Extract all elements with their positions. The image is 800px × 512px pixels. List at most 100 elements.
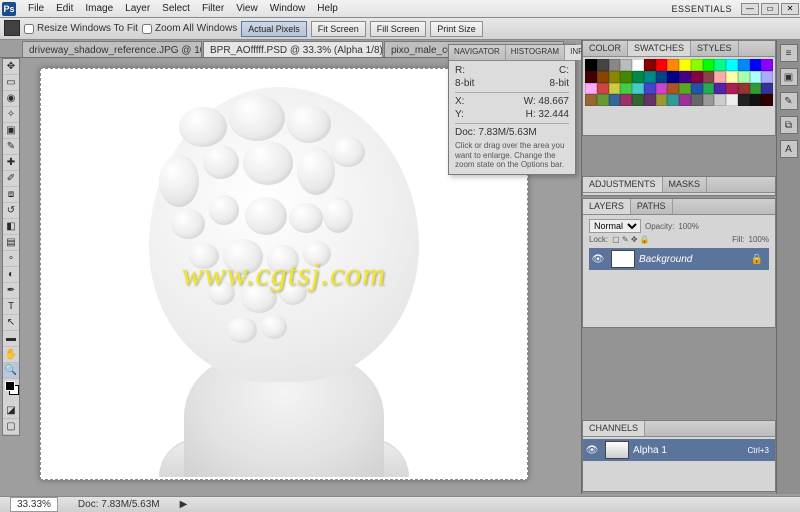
layers-tab[interactable]: LAYERS: [583, 199, 631, 214]
eyedropper-tool[interactable]: ✎: [3, 139, 19, 155]
swatch[interactable]: [691, 94, 703, 106]
swatch[interactable]: [644, 59, 656, 71]
swatch[interactable]: [620, 83, 632, 95]
color-tab[interactable]: COLOR: [583, 41, 628, 56]
heal-tool[interactable]: ✚: [3, 155, 19, 171]
navigator-tab[interactable]: NAVIGATOR: [449, 45, 506, 60]
swatch[interactable]: [597, 83, 609, 95]
menu-file[interactable]: File: [22, 1, 50, 16]
swatch[interactable]: [597, 71, 609, 83]
swatch[interactable]: [750, 83, 762, 95]
blend-mode-select[interactable]: Normal: [589, 219, 641, 233]
zoom-all-checkbox[interactable]: Zoom All Windows: [142, 23, 237, 34]
pen-tool[interactable]: ✒: [3, 283, 19, 299]
swatch[interactable]: [761, 94, 773, 106]
swatch[interactable]: [714, 71, 726, 83]
menu-window[interactable]: Window: [264, 1, 312, 16]
swatch[interactable]: [632, 59, 644, 71]
visibility-icon[interactable]: 👁: [589, 254, 607, 265]
swatch[interactable]: [738, 59, 750, 71]
quickmask-toggle[interactable]: ◪: [3, 403, 19, 419]
swatch[interactable]: [667, 59, 679, 71]
zoom-field[interactable]: 33.33%: [10, 497, 58, 512]
menu-filter[interactable]: Filter: [196, 1, 230, 16]
gradient-tool[interactable]: ▤: [3, 235, 19, 251]
window-maximize-button[interactable]: ▭: [761, 3, 779, 15]
swatch[interactable]: [620, 59, 632, 71]
wand-tool[interactable]: ✧: [3, 107, 19, 123]
swatch[interactable]: [750, 94, 762, 106]
swatch[interactable]: [585, 83, 597, 95]
tool-preset-icon[interactable]: [4, 20, 20, 36]
swatches-grid[interactable]: [583, 57, 775, 108]
swatches-tab[interactable]: SWATCHES: [628, 41, 691, 56]
swatch[interactable]: [632, 94, 644, 106]
swatch[interactable]: [667, 94, 679, 106]
swatch[interactable]: [714, 83, 726, 95]
swatch[interactable]: [644, 71, 656, 83]
window-close-button[interactable]: ✕: [781, 3, 799, 15]
channels-tab[interactable]: CHANNELS: [583, 421, 645, 436]
swatch[interactable]: [679, 83, 691, 95]
print-size-button[interactable]: Print Size: [430, 21, 483, 37]
swatch[interactable]: [597, 94, 609, 106]
swatch[interactable]: [667, 71, 679, 83]
channel-row-alpha1[interactable]: 👁 Alpha 1 Ctrl+3: [583, 439, 775, 461]
masks-tab[interactable]: MASKS: [663, 177, 708, 192]
actual-pixels-button[interactable]: Actual Pixels: [241, 21, 307, 37]
swatch[interactable]: [609, 83, 621, 95]
swatch[interactable]: [667, 83, 679, 95]
swatch[interactable]: [620, 71, 632, 83]
layer-row-background[interactable]: 👁 Background 🔒: [589, 248, 769, 270]
swatch[interactable]: [703, 94, 715, 106]
swatch[interactable]: [691, 83, 703, 95]
screenmode-toggle[interactable]: ▢: [3, 419, 19, 435]
crop-tool[interactable]: ▣: [3, 123, 19, 139]
window-minimize-button[interactable]: —: [741, 3, 759, 15]
blur-tool[interactable]: ∘: [3, 251, 19, 267]
actions-panel-icon[interactable]: ▣: [780, 68, 798, 86]
swatch[interactable]: [761, 71, 773, 83]
adjustments-tab[interactable]: ADJUSTMENTS: [583, 177, 663, 192]
menu-select[interactable]: Select: [156, 1, 196, 16]
swatch[interactable]: [714, 94, 726, 106]
shape-tool[interactable]: ▬: [3, 331, 19, 347]
doc-tab-1[interactable]: BPR_AOfffff.PSD @ 33.3% (Alpha 1/8) *×: [203, 41, 383, 57]
swatch[interactable]: [597, 59, 609, 71]
swatch[interactable]: [656, 59, 668, 71]
swatch[interactable]: [738, 71, 750, 83]
path-tool[interactable]: ↖: [3, 315, 19, 331]
marquee-tool[interactable]: ▭: [3, 75, 19, 91]
status-chevron-icon[interactable]: ▶: [180, 499, 188, 510]
lasso-tool[interactable]: ◉: [3, 91, 19, 107]
menu-image[interactable]: Image: [79, 1, 119, 16]
swatch[interactable]: [632, 83, 644, 95]
menu-help[interactable]: Help: [311, 1, 344, 16]
foreground-background-colors[interactable]: [3, 379, 19, 403]
swatch[interactable]: [609, 94, 621, 106]
resize-windows-checkbox[interactable]: Resize Windows To Fit: [24, 23, 138, 34]
menu-layer[interactable]: Layer: [119, 1, 156, 16]
swatch[interactable]: [726, 83, 738, 95]
menu-view[interactable]: View: [230, 1, 264, 16]
swatch[interactable]: [609, 59, 621, 71]
eraser-tool[interactable]: ◧: [3, 219, 19, 235]
swatch[interactable]: [644, 94, 656, 106]
doc-tab-0[interactable]: driveway_shadow_reference.JPG @ 100% (RG…: [22, 41, 202, 57]
swatch[interactable]: [679, 59, 691, 71]
dodge-tool[interactable]: ◐: [3, 267, 19, 283]
swatch[interactable]: [585, 59, 597, 71]
swatch[interactable]: [620, 94, 632, 106]
history-panel-icon[interactable]: ≡: [780, 44, 798, 62]
swatch[interactable]: [691, 59, 703, 71]
histogram-tab[interactable]: HISTOGRAM: [506, 45, 565, 60]
visibility-icon[interactable]: 👁: [583, 445, 601, 456]
swatch[interactable]: [726, 94, 738, 106]
zoom-tool[interactable]: 🔍: [3, 363, 19, 379]
fit-screen-button[interactable]: Fit Screen: [311, 21, 366, 37]
swatch[interactable]: [679, 71, 691, 83]
character-panel-icon[interactable]: A: [780, 140, 798, 158]
swatch[interactable]: [761, 59, 773, 71]
swatch[interactable]: [644, 83, 656, 95]
stamp-tool[interactable]: ⧈: [3, 187, 19, 203]
